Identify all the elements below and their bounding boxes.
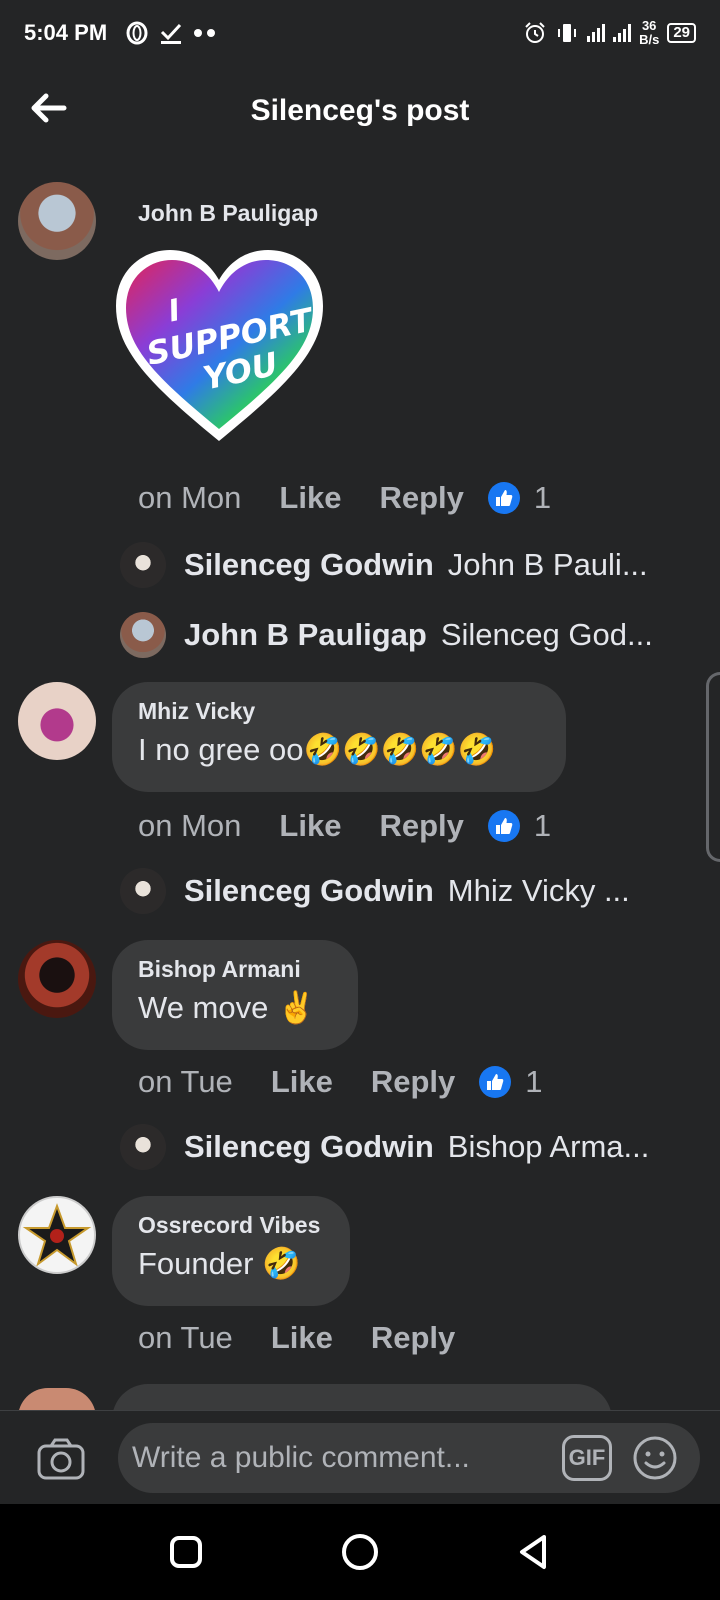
comment-time[interactable]: on Tue [138,1320,233,1356]
reaction-count[interactable]: 1 [534,808,551,844]
comment-input[interactable] [118,1423,700,1493]
camera-icon[interactable] [36,1437,86,1481]
avatar [120,542,166,588]
avatar [120,612,166,658]
comment-time[interactable]: on Tue [138,1064,233,1100]
reply-button[interactable]: Reply [371,1320,455,1356]
reply-preview[interactable]: John B Pauligap Silenceg God... [120,612,653,658]
system-navigation-bar [0,1504,720,1600]
post-header: Silenceg's post [0,66,720,156]
comment-bubble[interactable]: Bishop Armani We move ✌ [112,940,358,1050]
reply-preview[interactable]: Silenceg Godwin John B Pauli... [120,542,648,588]
star-logo-icon [22,1203,92,1267]
comment-meta: on Mon Like Reply 1 [138,480,551,516]
sticker-heart-i-support-you[interactable]: I SUPPORT YOU [112,246,327,446]
recents-icon[interactable] [164,1530,208,1574]
reply-text: Mhiz Vicky ... [447,873,630,908]
more-dots-icon [194,29,216,37]
reaction-count[interactable]: 1 [534,480,551,516]
avatar[interactable] [18,182,96,260]
comment-meta: on Tue Like Reply [138,1320,493,1356]
reply-author: Silenceg Godwin [184,873,434,908]
comment-author[interactable]: Bishop Armani [138,956,332,983]
like-button[interactable]: Like [271,1320,333,1356]
signal-icon [587,24,606,42]
like-button[interactable]: Like [279,808,341,844]
battery-indicator: 29 [667,23,696,43]
comment-meta: on Mon Like Reply 1 [138,808,551,844]
vibrate-icon [558,24,577,42]
signal-icon-2 [613,24,632,42]
back-arrow-icon[interactable] [28,88,68,128]
reply-author: Silenceg Godwin [184,1129,434,1164]
page-title: Silenceg's post [250,94,470,127]
avatar[interactable] [18,682,96,760]
like-reaction-icon[interactable] [479,1066,512,1098]
network-speed: 36 B/s [639,18,660,47]
reply-preview[interactable]: Silenceg Godwin Bishop Arma... [120,1124,649,1170]
reply-button[interactable]: Reply [371,1064,455,1100]
reply-author: Silenceg Godwin [184,547,434,582]
scrollbar[interactable] [706,672,720,862]
emoji-icon[interactable] [632,1435,678,1481]
reply-preview[interactable]: Silenceg Godwin Mhiz Vicky ... [120,868,630,914]
avatar [120,868,166,914]
like-reaction-icon[interactable] [487,810,520,842]
comment-bubble[interactable]: Mhiz Vicky I no gree oo🤣🤣🤣🤣🤣 [112,682,566,792]
comment-time[interactable]: on Mon [138,480,241,516]
like-reaction-icon[interactable] [487,482,520,514]
comment-text: We move ✌ [138,990,316,1025]
comment-text: I no gree oo🤣🤣🤣🤣🤣 [138,732,497,767]
reply-text: John B Pauli... [447,547,648,582]
status-time: 5:04 PM [24,20,108,45]
reply-text: Silenceg God... [440,617,653,652]
avatar [120,1124,166,1170]
comment-bubble[interactable]: Ossrecord Vibes Founder 🤣 [112,1196,350,1306]
reply-button[interactable]: Reply [379,480,463,516]
gif-button[interactable]: GIF [562,1435,612,1481]
avatar[interactable] [18,940,96,1018]
comment-author[interactable]: John B Pauligap [138,200,318,227]
comment-author[interactable]: Ossrecord Vibes [138,1212,324,1239]
comment-meta: on Tue Like Reply 1 [138,1064,543,1100]
reply-author: John B Pauligap [184,617,427,652]
back-icon[interactable] [512,1530,556,1574]
home-icon[interactable] [338,1530,382,1574]
like-button[interactable]: Like [271,1064,333,1100]
reply-text: Bishop Arma... [447,1129,650,1164]
check-download-icon [161,23,182,44]
reaction-count[interactable]: 1 [525,1064,542,1100]
status-bar: 5:04 PM 36 B/s 29 [0,0,720,66]
like-button[interactable]: Like [279,480,341,516]
comment-text: Founder 🤣 [138,1246,301,1281]
comment-author[interactable]: Mhiz Vicky [138,698,540,725]
alarm-icon [525,22,545,43]
comment-composer: GIF [0,1410,720,1504]
opera-icon [126,21,148,45]
avatar[interactable] [18,1196,96,1274]
reply-button[interactable]: Reply [379,808,463,844]
comment-time[interactable]: on Mon [138,808,241,844]
